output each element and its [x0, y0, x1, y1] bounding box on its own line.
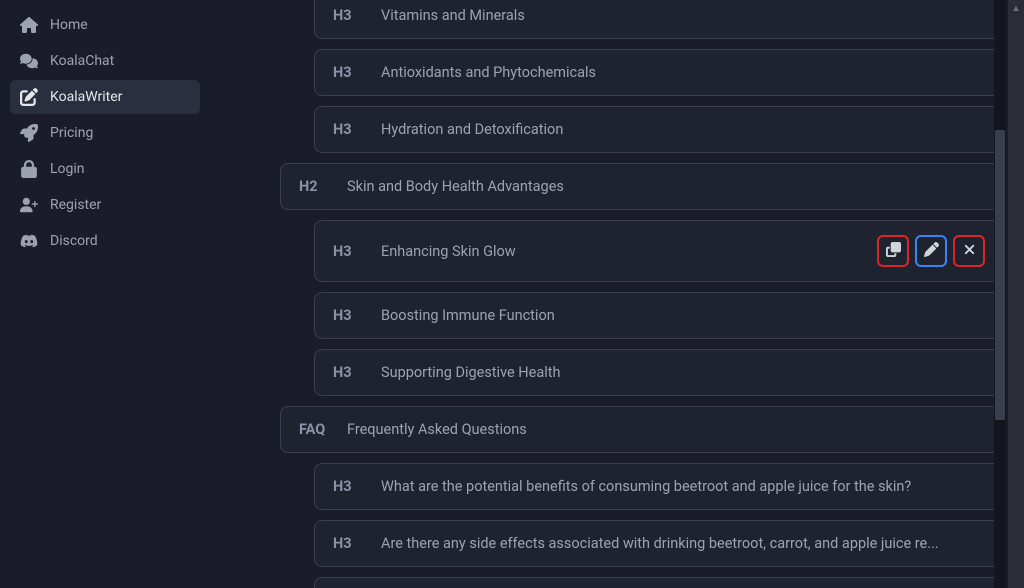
- sidebar: Home KoalaChat KoalaWriter Pricing Login…: [0, 0, 210, 588]
- copy-button[interactable]: [877, 235, 909, 267]
- heading-tag: H3: [333, 7, 363, 24]
- outline-item[interactable]: H3 Are there any side effects associated…: [314, 520, 1004, 567]
- outline-item[interactable]: H3 Antioxidants and Phytochemicals: [314, 49, 1004, 96]
- content-scrollbar-thumb[interactable]: [995, 130, 1005, 420]
- sidebar-item-discord[interactable]: Discord: [10, 224, 200, 258]
- outline-item[interactable]: H3 What are the potential benefits of co…: [314, 463, 1004, 510]
- sidebar-item-pricing[interactable]: Pricing: [10, 116, 200, 150]
- heading-title: Vitamins and Minerals: [381, 7, 985, 24]
- heading-tag: H3: [333, 64, 363, 81]
- sidebar-item-koalawriter[interactable]: KoalaWriter: [10, 80, 200, 114]
- heading-tag: H3: [333, 535, 363, 552]
- copy-icon: [886, 242, 901, 261]
- window-scrollbar[interactable]: ▲: [1008, 0, 1024, 588]
- sidebar-item-label: Discord: [50, 233, 98, 249]
- outline-item[interactable]: H3 How does beetroot and apple juice con…: [314, 577, 1004, 588]
- heading-tag: H3: [333, 364, 363, 381]
- heading-title: Hydration and Detoxification: [381, 121, 985, 138]
- home-icon: [20, 16, 38, 34]
- heading-title: What are the potential benefits of consu…: [381, 478, 985, 495]
- heading-title: Skin and Body Health Advantages: [347, 178, 985, 195]
- sidebar-item-label: Login: [50, 161, 85, 177]
- heading-tag: H3: [333, 243, 363, 260]
- lock-icon: [20, 160, 38, 178]
- sidebar-item-label: Home: [50, 17, 88, 33]
- heading-title: Enhancing Skin Glow: [381, 243, 877, 260]
- item-actions: [877, 235, 985, 267]
- edit-icon: [20, 88, 38, 106]
- edit-button[interactable]: [915, 235, 947, 267]
- pencil-icon: [924, 242, 939, 261]
- main-content: H3 Vitamins and Minerals H3 Antioxidants…: [210, 0, 1024, 588]
- chat-icon: [20, 52, 38, 70]
- sidebar-item-label: KoalaChat: [50, 53, 114, 69]
- user-plus-icon: [20, 196, 38, 214]
- heading-tag: H3: [333, 307, 363, 324]
- heading-tag: FAQ: [299, 421, 329, 438]
- sidebar-item-label: Register: [50, 197, 101, 213]
- sidebar-item-home[interactable]: Home: [10, 8, 200, 42]
- scroll-up-arrow[interactable]: ▲: [1008, 0, 1024, 16]
- heading-tag: H2: [299, 178, 329, 195]
- content-scrollbar-track[interactable]: [994, 0, 1006, 588]
- sidebar-item-login[interactable]: Login: [10, 152, 200, 186]
- outline-item[interactable]: H2 Skin and Body Health Advantages: [280, 163, 1004, 210]
- heading-title: Supporting Digestive Health: [381, 364, 985, 381]
- sidebar-item-register[interactable]: Register: [10, 188, 200, 222]
- discord-icon: [20, 232, 38, 250]
- sidebar-item-koalachat[interactable]: KoalaChat: [10, 44, 200, 78]
- outline-item[interactable]: FAQ Frequently Asked Questions: [280, 406, 1004, 453]
- outline-item[interactable]: H3 Enhancing Skin Glow: [314, 220, 1004, 282]
- heading-title: Frequently Asked Questions: [347, 421, 985, 438]
- rocket-icon: [20, 124, 38, 142]
- heading-tag: H3: [333, 121, 363, 138]
- heading-tag: H3: [333, 478, 363, 495]
- outline-item[interactable]: H3 Boosting Immune Function: [314, 292, 1004, 339]
- outline-item[interactable]: H3 Vitamins and Minerals: [314, 0, 1004, 39]
- delete-button[interactable]: [953, 235, 985, 267]
- outline-item[interactable]: H3 Supporting Digestive Health: [314, 349, 1004, 396]
- close-icon: [962, 242, 977, 261]
- heading-title: Boosting Immune Function: [381, 307, 985, 324]
- outline-item[interactable]: H3 Hydration and Detoxification: [314, 106, 1004, 153]
- heading-title: Are there any side effects associated wi…: [381, 535, 985, 552]
- sidebar-item-label: KoalaWriter: [50, 89, 122, 105]
- sidebar-item-label: Pricing: [50, 125, 93, 141]
- heading-title: Antioxidants and Phytochemicals: [381, 64, 985, 81]
